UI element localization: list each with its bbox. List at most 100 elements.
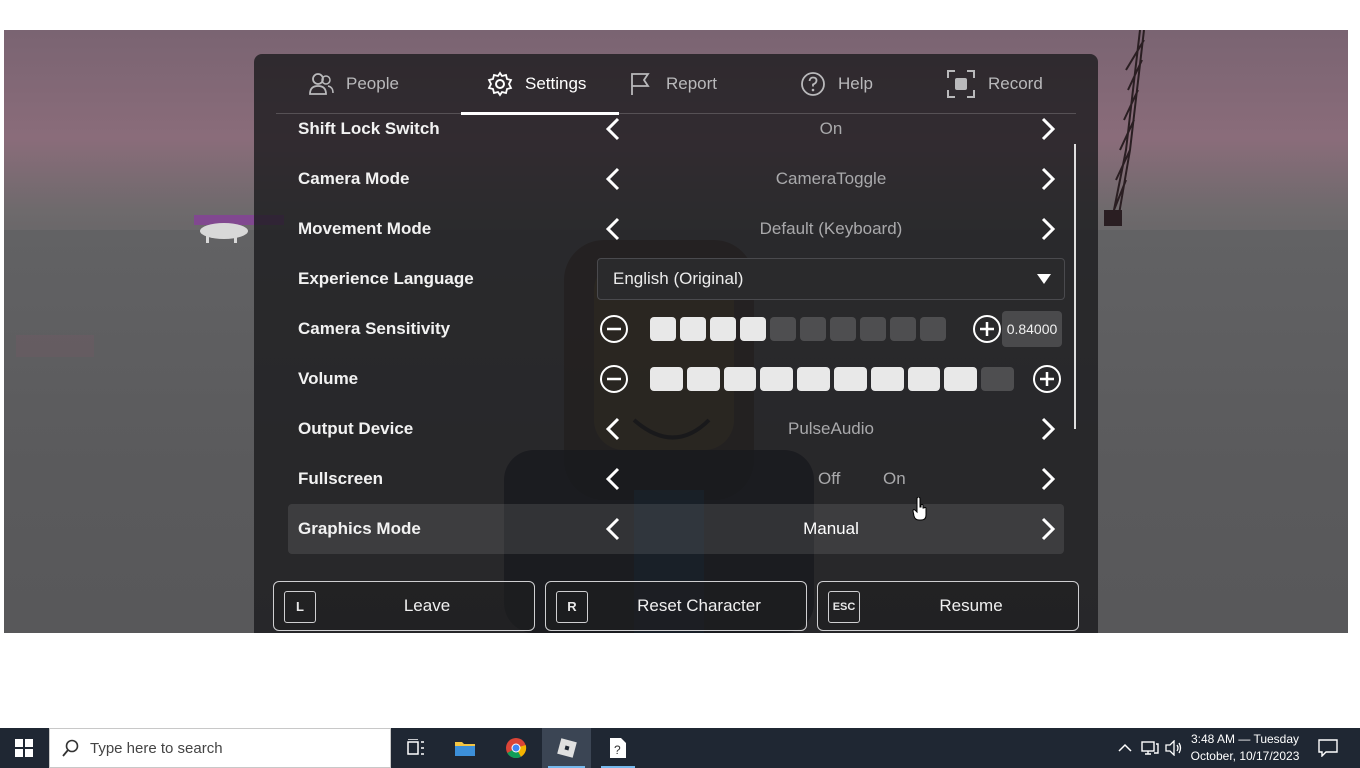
file-explorer-taskbar-button[interactable] (442, 728, 488, 768)
clock-date: October, 10/17/2023 (1190, 749, 1300, 763)
fullscreen-off-option[interactable]: Off (818, 454, 840, 504)
slider-segment[interactable] (710, 317, 736, 341)
chevron-left-icon[interactable] (601, 516, 627, 542)
setting-label: Experience Language (298, 269, 474, 288)
setting-label: Output Device (298, 419, 414, 438)
network-icon (1141, 741, 1159, 755)
setting-label: Fullscreen (298, 469, 384, 488)
caret-down-icon (1037, 274, 1051, 284)
sensitivity-value-input[interactable]: 0.84000 (1002, 311, 1062, 347)
chevron-right-icon[interactable] (1034, 466, 1060, 492)
chevron-right-icon[interactable] (1034, 516, 1060, 542)
chevron-left-icon[interactable] (601, 116, 627, 142)
slider-segment[interactable] (870, 367, 904, 391)
slider-segment[interactable] (760, 367, 794, 391)
setting-label: Volume (298, 369, 359, 388)
slider-segment[interactable] (680, 317, 706, 341)
leave-button[interactable]: L Leave (273, 581, 535, 631)
chevron-right-icon[interactable] (1034, 116, 1060, 142)
tab-record-label: Record (988, 74, 1043, 93)
fullscreen-on-option[interactable]: On (883, 454, 906, 504)
setting-movement-mode: Movement Mode Default (Keyboard) (288, 204, 1064, 254)
tab-report-label: Report (666, 74, 718, 93)
taskbar-clock[interactable]: 3:48 AM — Tuesday October, 10/17/2023 (1190, 731, 1300, 765)
setting-label: Camera Sensitivity (298, 319, 451, 338)
setting-label: Movement Mode (298, 219, 432, 238)
slider-segment[interactable] (920, 317, 946, 341)
slider-segment[interactable] (944, 367, 978, 391)
clock-time: 3:48 AM — Tuesday (1190, 732, 1300, 746)
action-center-button[interactable] (1318, 728, 1338, 768)
tab-settings-label: Settings (525, 74, 587, 93)
chrome-taskbar-button[interactable] (493, 728, 539, 768)
slider-segment[interactable] (740, 317, 766, 341)
slider-segment[interactable] (650, 317, 676, 341)
reset-key-hint: R (556, 591, 588, 623)
setting-value: CameraToggle (775, 169, 887, 188)
tab-help-label: Help (838, 74, 873, 93)
chevron-left-icon[interactable] (601, 216, 627, 242)
slider-segment[interactable] (830, 317, 856, 341)
slider-segment[interactable] (686, 367, 720, 391)
setting-volume: Volume (288, 354, 1064, 404)
setting-value: On (819, 119, 843, 138)
reset-character-button[interactable]: R Reset Character (545, 581, 807, 631)
folder-icon (455, 742, 475, 756)
hand-cursor-icon (912, 497, 927, 521)
chevron-right-icon[interactable] (1034, 416, 1060, 442)
setting-shift-lock: Shift Lock Switch On (288, 104, 1064, 154)
setting-label: Graphics Mode (298, 519, 421, 538)
settings-menu: People Settings Report Help Record Shift… (254, 54, 1098, 633)
start-button[interactable] (0, 728, 48, 768)
reset-button-label: Reset Character (637, 596, 761, 615)
volume-slider[interactable] (650, 367, 1014, 391)
slider-segment[interactable] (860, 317, 886, 341)
network-tray-button[interactable] (1141, 728, 1159, 768)
taskbar-search-box[interactable]: Type here to search (49, 728, 391, 768)
resume-button[interactable]: ESC Resume (817, 581, 1079, 631)
setting-output-device: Output Device PulseAudio (288, 404, 1064, 454)
minus-circle-icon[interactable] (599, 364, 629, 394)
unknown-app-taskbar-button[interactable]: ? (595, 728, 641, 768)
question-icon (801, 72, 825, 96)
setting-camera-mode: Camera Mode CameraToggle (288, 154, 1064, 204)
player-nametag (16, 335, 94, 357)
leave-key-hint: L (284, 591, 316, 623)
setting-graphics-mode: Graphics Mode Manual (288, 504, 1064, 554)
slider-segment[interactable] (907, 367, 941, 391)
chevron-left-icon[interactable] (601, 416, 627, 442)
slider-segment[interactable] (981, 367, 1014, 391)
language-dropdown[interactable]: English (Original) (597, 258, 1065, 300)
slider-segment[interactable] (797, 367, 830, 391)
roblox-taskbar-button[interactable] (542, 728, 591, 768)
setting-value: Manual (803, 519, 859, 538)
volume-tray-button[interactable] (1165, 728, 1183, 768)
search-placeholder: Type here to search (90, 739, 223, 757)
notification-icon (1318, 739, 1338, 757)
search-icon (62, 739, 79, 757)
task-view-button[interactable] (395, 728, 437, 768)
show-hidden-icons-button[interactable] (1118, 728, 1132, 768)
setting-value: Default (Keyboard) (759, 219, 903, 238)
settings-scrollbar[interactable] (1074, 144, 1076, 429)
plus-circle-icon[interactable] (972, 314, 1002, 344)
slider-segment[interactable] (723, 367, 757, 391)
plus-circle-icon[interactable] (1032, 364, 1062, 394)
setting-fullscreen: Fullscreen Off On (288, 454, 1064, 504)
chevron-right-icon[interactable] (1034, 166, 1060, 192)
slider-segment[interactable] (890, 317, 916, 341)
slider-segment[interactable] (770, 317, 796, 341)
slider-segment[interactable] (800, 317, 826, 341)
slider-segment[interactable] (650, 367, 683, 391)
chevron-left-icon[interactable] (601, 166, 627, 192)
chevron-right-icon[interactable] (1034, 216, 1060, 242)
slider-segment[interactable] (833, 367, 867, 391)
task-view-icon (407, 739, 424, 755)
setting-label: Camera Mode (298, 169, 410, 188)
chevron-left-icon[interactable] (601, 466, 627, 492)
windows-logo-icon (15, 739, 33, 757)
dropdown-value: English (Original) (613, 269, 744, 288)
setting-label: Shift Lock Switch (298, 119, 440, 138)
sensitivity-slider[interactable] (650, 317, 946, 341)
minus-circle-icon[interactable] (599, 314, 629, 344)
